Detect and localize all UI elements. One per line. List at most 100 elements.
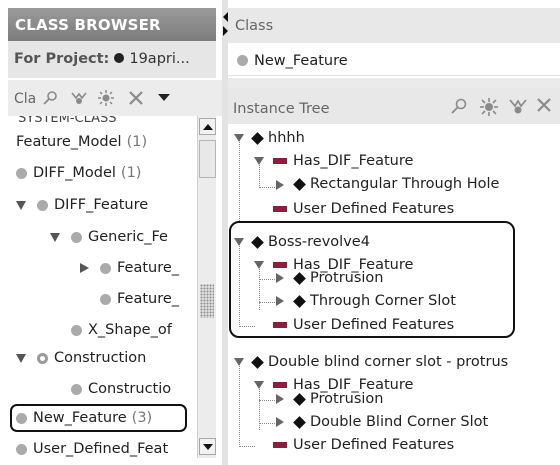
- project-selector[interactable]: For Project: 19apri...: [8, 41, 216, 78]
- tree-connector: [259, 400, 275, 401]
- class-item-x-shape[interactable]: X_Shape_of: [71, 317, 172, 343]
- project-label: For Project:: [14, 51, 110, 67]
- class-header: Class: [228, 8, 560, 43]
- resize-grip[interactable]: [200, 284, 214, 318]
- class-item-feature-1[interactable]: Feature_: [80, 255, 179, 281]
- class-item-label: X_Shape_of: [88, 322, 172, 338]
- class-item-label: Construction: [54, 350, 147, 366]
- tree-node-instance[interactable]: Protrusion: [293, 388, 384, 410]
- arrow-down-icon: [202, 443, 213, 450]
- dropdown-arrow-icon[interactable]: [154, 89, 174, 107]
- class-item-construction-child[interactable]: Constructio: [71, 376, 171, 402]
- tree-connector: [259, 162, 260, 188]
- class-item-count: (1): [126, 134, 148, 150]
- expand-right-icon[interactable]: [276, 180, 284, 190]
- tree-connector: [239, 138, 240, 223]
- instance-panel: Class New_Feature Instance Tree hhhh Has…: [228, 0, 560, 465]
- tree-node-label: Double Blind Corner Slot: [310, 414, 489, 430]
- tree-node-relation[interactable]: User Defined Features: [273, 198, 454, 220]
- scroll-up-button[interactable]: [199, 118, 216, 135]
- create-subclass-icon[interactable]: [96, 89, 116, 107]
- tree-node-instance[interactable]: Rectangular Through Hole: [293, 173, 500, 195]
- instance-tree-header: Instance Tree: [228, 88, 560, 124]
- tree-node-instance[interactable]: Double blind corner slot - protrus: [251, 351, 509, 373]
- class-item-generic-feature[interactable]: Generic_Fe: [50, 224, 168, 250]
- tree-connector: [239, 446, 255, 447]
- class-item-label: Constructio: [88, 381, 172, 397]
- class-item-feature-model[interactable]: Feature_Model (1): [16, 129, 147, 155]
- create-instance-icon[interactable]: [479, 97, 499, 122]
- create-class-icon[interactable]: [69, 89, 89, 107]
- class-item-label: Feature_: [117, 291, 180, 307]
- tree-node-label: User Defined Features: [293, 201, 455, 217]
- class-item-diff-model[interactable]: DIFF_Model (1): [16, 160, 141, 186]
- class-browser-panel: CLASS BROWSER For Project: 19apri... Cla …: [0, 0, 222, 465]
- expand-down-icon[interactable]: [16, 200, 26, 210]
- class-dot-icon: [71, 324, 82, 336]
- class-item-feature-2[interactable]: Feature_: [100, 286, 179, 312]
- tree-node-label: Double blind corner slot - protrus: [268, 354, 509, 370]
- class-item-count: (1): [120, 165, 142, 181]
- class-dot-icon: [100, 293, 111, 305]
- class-item-user-defined[interactable]: User_Defined_Feat: [16, 436, 168, 458]
- class-item-construction[interactable]: Construction: [16, 345, 146, 371]
- instance-diamond-icon: [251, 355, 264, 369]
- relation-bar-icon: [273, 382, 287, 388]
- delete-class-icon[interactable]: [126, 89, 146, 107]
- tree-node-instance[interactable]: hhhh: [251, 127, 305, 149]
- tree-node-label: Rectangular Through Hole: [310, 176, 500, 192]
- tree-connector: [259, 423, 275, 424]
- class-dot-icon: [237, 55, 248, 66]
- selected-class-field[interactable]: New_Feature: [228, 46, 560, 76]
- class-dot-icon: [71, 383, 82, 395]
- class-item-label: DIFF_Feature: [54, 197, 149, 213]
- tree-connector: [239, 362, 240, 447]
- tree-node-relation[interactable]: User Defined Features: [273, 434, 454, 456]
- class-hierarchy-list: SYSTEM-CLASS Feature_Model (1) DIFF_Model…: [8, 116, 216, 458]
- instance-tree-title: Instance Tree: [233, 101, 330, 117]
- delete-instance-icon[interactable]: [536, 97, 552, 118]
- add-relation-icon[interactable]: [508, 97, 528, 120]
- class-dot-icon: [100, 262, 111, 274]
- search-icon[interactable]: [450, 97, 468, 120]
- tree-node-label: hhhh: [268, 130, 305, 146]
- class-dot-icon: [16, 167, 27, 179]
- search-icon[interactable]: [40, 89, 60, 107]
- class-browser-title: CLASS BROWSER: [8, 8, 216, 41]
- expand-down-icon[interactable]: [16, 353, 26, 363]
- selected-class-value: New_Feature: [254, 52, 348, 69]
- tree-node-label: Has_DIF_Feature: [293, 153, 414, 169]
- expand-down-icon[interactable]: [234, 358, 244, 366]
- tree-node-label: Protrusion: [310, 391, 384, 407]
- project-icon: [114, 53, 125, 63]
- instance-diamond-icon: [293, 415, 306, 429]
- abstract-class-icon: [37, 352, 48, 364]
- instance-diamond-icon: [251, 131, 264, 145]
- scroll-down-button[interactable]: [199, 438, 216, 455]
- project-name: 19apri...: [129, 51, 190, 67]
- class-item-label: Generic_Fe: [88, 229, 168, 245]
- expand-down-icon[interactable]: [254, 381, 264, 389]
- tree-node-instance[interactable]: Double Blind Corner Slot: [293, 411, 489, 433]
- class-toolbar-label: Cla: [14, 91, 37, 107]
- relation-bar-icon: [273, 442, 287, 448]
- expand-down-icon[interactable]: [254, 157, 264, 165]
- class-item-label: Feature_Model: [16, 134, 122, 150]
- scrollbar-thumb[interactable]: [199, 140, 216, 178]
- instance-highlight-box: [229, 221, 515, 338]
- tree-connector: [259, 187, 275, 188]
- expand-down-icon[interactable]: [50, 232, 60, 242]
- selection-highlight: [10, 404, 187, 432]
- class-dot-icon: [37, 199, 48, 211]
- expand-right-icon[interactable]: [276, 417, 284, 427]
- class-item-diff-feature[interactable]: DIFF_Feature: [16, 192, 148, 218]
- tree-node-relation[interactable]: Has_DIF_Feature: [273, 150, 413, 172]
- instance-diamond-icon: [293, 177, 306, 191]
- class-toolbar: Cla: [8, 80, 222, 116]
- arrow-up-icon: [202, 123, 213, 130]
- class-dot-icon: [16, 443, 27, 455]
- relation-bar-icon: [273, 158, 287, 164]
- expand-down-icon[interactable]: [234, 134, 244, 142]
- expand-right-icon[interactable]: [80, 263, 89, 273]
- class-item-label: Feature_: [117, 260, 180, 276]
